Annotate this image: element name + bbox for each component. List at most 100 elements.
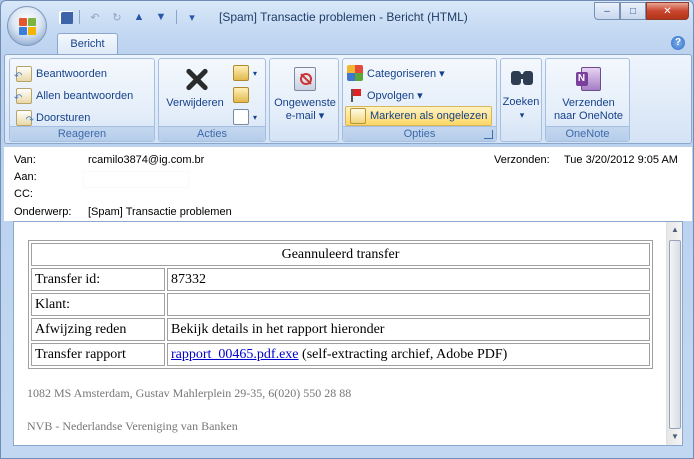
dialog-launcher-icon[interactable] bbox=[484, 130, 493, 139]
junk-mail-button[interactable]: Ongewenste e-mail ▾ bbox=[272, 63, 338, 123]
flag-icon bbox=[347, 87, 363, 103]
reply-button[interactable]: ↶ Beantwoorden bbox=[14, 64, 107, 84]
send-to-onenote-button[interactable]: N Verzenden naar OneNote bbox=[548, 63, 629, 123]
follow-up-button[interactable]: Opvolgen ▾ bbox=[347, 85, 423, 105]
mark-unread-button[interactable]: Markeren als ongelezen bbox=[345, 106, 493, 126]
row-label: Afwijzing reden bbox=[31, 318, 165, 341]
title-bar: ↶ ↻ ▲ ▼ ▾ [Spam] Transactie problemen - … bbox=[1, 1, 693, 46]
window-controls: – □ ✕ bbox=[594, 2, 689, 20]
quick-access-toolbar: ↶ ↻ ▲ ▼ ▾ bbox=[59, 8, 201, 26]
reply-all-button[interactable]: ↶ Allen beantwoorden bbox=[14, 86, 134, 106]
message-header: Van: rcamilo3874@ig.com.br Verzonden: Tu… bbox=[4, 147, 692, 221]
binoculars-icon bbox=[506, 63, 538, 95]
table-row: Afwijzing reden Bekijk details in het ra… bbox=[31, 318, 650, 341]
reply-label: Beantwoorden bbox=[36, 68, 107, 80]
envelope-icon bbox=[350, 108, 366, 124]
tab-bericht[interactable]: Bericht bbox=[57, 33, 118, 55]
junk-label-line2: e-mail ▾ bbox=[285, 110, 325, 122]
subject-label: Onderwerp: bbox=[14, 206, 72, 218]
address-line: 1082 MS Amsterdam, Gustav Mahlerplein 29… bbox=[27, 386, 352, 400]
report-suffix: (self-extracting archief, Adobe PDF) bbox=[298, 346, 508, 362]
delete-label: Verwijderen bbox=[166, 97, 224, 109]
send-to-onenote-line1: Verzenden bbox=[562, 97, 615, 109]
rule-icon bbox=[233, 87, 249, 103]
sent-value: Tue 3/20/2012 9:05 AM bbox=[564, 154, 678, 166]
group-label-reageren: Reageren bbox=[10, 126, 154, 141]
subject-value: [Spam] Transactie problemen bbox=[88, 206, 232, 218]
dropdown-arrow-icon: ▾ bbox=[253, 68, 258, 78]
close-button[interactable]: ✕ bbox=[646, 2, 689, 20]
forward-label: Doorsturen bbox=[36, 112, 91, 124]
move-to-folder-button[interactable]: ▾ bbox=[233, 63, 257, 83]
mark-unread-label: Markeren als ongelezen bbox=[370, 110, 488, 122]
group-reageren: ↶ Beantwoorden ↶ Allen beantwoorden ↷ Do… bbox=[9, 58, 155, 142]
scroll-thumb[interactable] bbox=[669, 240, 681, 429]
other-actions-button[interactable]: ▾ bbox=[233, 107, 257, 127]
to-label: Aan: bbox=[14, 171, 37, 183]
to-field[interactable] bbox=[83, 171, 189, 188]
group-onenote: N Verzenden naar OneNote OneNote bbox=[545, 58, 630, 142]
save-icon[interactable] bbox=[59, 10, 73, 24]
onenote-icon: N bbox=[573, 63, 605, 95]
group-zoeken: ▾ Zoeken bbox=[500, 58, 542, 142]
group-acties: Verwijderen ▾ ▾ Acties bbox=[158, 58, 266, 142]
move-folder-icon bbox=[233, 65, 249, 81]
group-junk: Ongewenste e-mail ▾ bbox=[269, 58, 339, 142]
categorize-icon bbox=[347, 65, 363, 81]
message-body: Geannuleerd transfer Transfer id: 87332 … bbox=[13, 221, 683, 446]
create-rule-button[interactable] bbox=[233, 85, 249, 105]
outlook-message-window: ↶ ↻ ▲ ▼ ▾ [Spam] Transactie problemen - … bbox=[0, 0, 694, 459]
reply-icon: ↶ bbox=[14, 66, 32, 82]
cc-label: CC: bbox=[14, 188, 33, 200]
next-item-icon[interactable]: ▼ bbox=[152, 8, 170, 26]
scroll-down-icon[interactable]: ▼ bbox=[669, 431, 681, 443]
row-value: 87332 bbox=[167, 268, 650, 291]
forward-button[interactable]: ↷ Doorsturen bbox=[16, 108, 90, 128]
row-label: Transfer id: bbox=[31, 268, 165, 291]
send-to-onenote-line2: naar OneNote bbox=[553, 110, 624, 122]
junk-mail-icon bbox=[289, 63, 321, 95]
row-label: Transfer rapport bbox=[31, 343, 165, 366]
junk-label-line1: Ongewenste bbox=[274, 97, 336, 109]
scroll-up-icon[interactable]: ▲ bbox=[669, 224, 681, 236]
customize-qat-icon[interactable]: ▾ bbox=[183, 8, 201, 26]
help-icon[interactable]: ? bbox=[671, 36, 685, 50]
delete-button[interactable]: Verwijderen bbox=[163, 63, 227, 110]
table-row: Klant: bbox=[31, 293, 650, 316]
follow-up-label: Opvolgen ▾ bbox=[367, 89, 423, 102]
qat-separator bbox=[176, 10, 177, 24]
group-opties: Categoriseren ▾ Opvolgen ▾ Markeren als … bbox=[342, 58, 497, 142]
from-label: Van: bbox=[14, 154, 36, 166]
redo-icon[interactable]: ↻ bbox=[108, 8, 126, 26]
transfer-table: Geannuleerd transfer Transfer id: 87332 … bbox=[28, 240, 653, 369]
vertical-scrollbar[interactable]: ▲ ▼ bbox=[666, 222, 682, 445]
reply-all-icon: ↶ bbox=[14, 88, 32, 104]
row-value: Bekijk details in het rapport hieronder bbox=[167, 318, 650, 341]
group-label-opties: Opties bbox=[343, 126, 496, 141]
undo-icon[interactable]: ↶ bbox=[86, 8, 104, 26]
reply-all-label: Allen beantwoorden bbox=[36, 90, 134, 102]
group-label-zoeken: Zoeken bbox=[502, 96, 540, 108]
ribbon: ↶ Beantwoorden ↶ Allen beantwoorden ↷ Do… bbox=[4, 54, 692, 144]
table-row: Geannuleerd transfer bbox=[31, 243, 650, 266]
row-label: Klant: bbox=[31, 293, 165, 316]
ribbon-tabs: Bericht ? bbox=[1, 33, 693, 55]
minimize-button[interactable]: – bbox=[594, 2, 620, 20]
report-attachment-link[interactable]: rapport_00465.pdf.exe bbox=[171, 347, 299, 362]
categorize-button[interactable]: Categoriseren ▾ bbox=[347, 63, 445, 83]
delete-icon bbox=[179, 63, 211, 95]
group-label-onenote: OneNote bbox=[546, 126, 629, 141]
window-title: [Spam] Transactie problemen - Bericht (H… bbox=[219, 10, 468, 24]
table-row: Transfer id: 87332 bbox=[31, 268, 650, 291]
table-title: Geannuleerd transfer bbox=[31, 243, 650, 266]
find-button[interactable]: ▾ bbox=[503, 63, 541, 122]
forward-icon: ↷ bbox=[16, 110, 34, 126]
other-actions-icon bbox=[233, 109, 249, 125]
find-arrow-icon: ▾ bbox=[519, 110, 525, 120]
previous-item-icon[interactable]: ▲ bbox=[130, 8, 148, 26]
office-button[interactable] bbox=[7, 6, 47, 46]
row-value: rapport_00465.pdf.exe (self-extracting a… bbox=[167, 343, 650, 366]
from-value[interactable]: rcamilo3874@ig.com.br bbox=[88, 154, 204, 166]
dropdown-arrow-icon: ▾ bbox=[253, 112, 258, 122]
maximize-button[interactable]: □ bbox=[620, 2, 646, 20]
